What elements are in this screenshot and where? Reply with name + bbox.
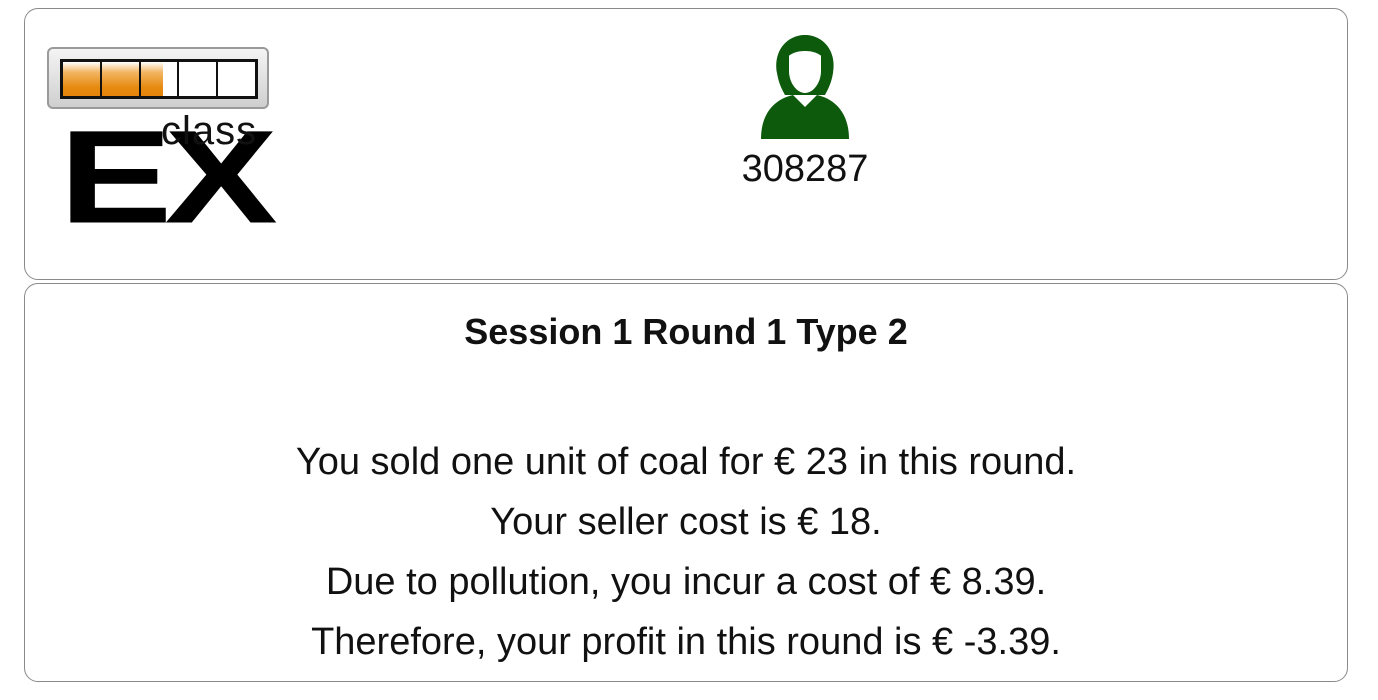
pollution-cost-message: Due to pollution, you incur a cost of € … [325, 561, 1047, 603]
profit-message: Therefore, your profit in this round is … [311, 621, 1061, 663]
result-messages: You sold one unit of coal for € 23 in th… [25, 432, 1347, 672]
progress-segment [179, 62, 219, 96]
classex-logo: EX class [47, 47, 278, 247]
logo-class-text: class [161, 109, 258, 153]
user-id: 308287 [741, 148, 869, 190]
progress-segment [140, 62, 180, 96]
progress-fill [63, 62, 100, 96]
progress-track [60, 59, 258, 99]
progress-segment [63, 62, 102, 96]
progress-fill [140, 62, 163, 96]
sale-message: You sold one unit of coal for € 23 in th… [295, 441, 1077, 483]
progress-fill [101, 62, 139, 96]
seller-cost-message: Your seller cost is € 18. [490, 501, 882, 543]
header-panel: EX class 308287 [24, 8, 1348, 280]
round-title: Session 1 Round 1 Type 2 [464, 311, 908, 352]
result-panel: Session 1 Round 1 Type 2 You sold one un… [24, 283, 1348, 682]
progress-segment [101, 62, 141, 96]
user-avatar-icon [761, 35, 849, 139]
progress-segment [218, 62, 255, 96]
logo-progress-bar [47, 47, 269, 109]
user-info: 308287 [725, 27, 885, 191]
